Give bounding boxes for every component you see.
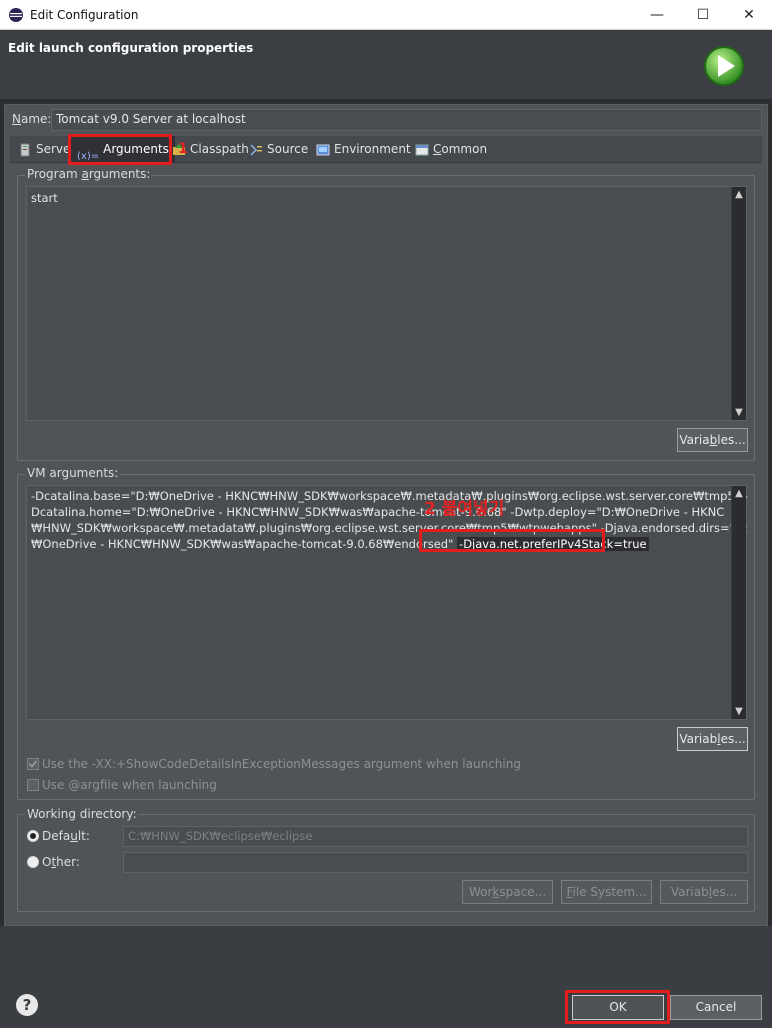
name-label: Name: [12, 112, 52, 126]
program-arguments-scrollbar[interactable]: ▲ ▼ [731, 187, 746, 420]
vm-arguments-scrollbar[interactable]: ▲ ▼ [731, 486, 746, 719]
show-code-details-label: Use the -XX:+ShowCodeDetailsInExceptionM… [42, 757, 521, 771]
scroll-down-icon[interactable]: ▼ [732, 407, 746, 418]
step2-highlight [419, 529, 605, 552]
scroll-up-icon[interactable]: ▲ [732, 488, 746, 499]
tab-server[interactable]: Server [18, 136, 75, 163]
use-argfile-checkbox[interactable] [27, 779, 39, 791]
common-icon [415, 144, 429, 155]
checkmark-icon [28, 760, 38, 768]
working-directory-label: Working directory: [25, 807, 139, 821]
program-variables-button[interactable]: Variables... [677, 428, 748, 452]
vm-args-line-4: ₩OneDrive - HKNC₩HNW_SDK₩was₩apache-tomc… [31, 536, 742, 552]
use-argfile-label: Use @argfile when launching [42, 778, 217, 792]
default-directory-field[interactable]: C:₩HNW_SDK₩eclipse₩eclipse [123, 826, 748, 847]
workspace-button[interactable]: Workspace... [462, 880, 553, 904]
vm-arguments-label: VM arguments: [25, 466, 121, 480]
program-arguments-label: Program arguments: [25, 167, 153, 181]
vm-args-line-2: Dcatalina.home="D:₩OneDrive - HKNC₩HNW_S… [31, 505, 725, 519]
maximize-button[interactable]: ☐ [680, 0, 726, 30]
step1-marker: 1 [178, 141, 188, 157]
window-title: Edit Configuration [30, 8, 139, 22]
vm-args-line-4-prefix: ₩OneDrive - HKNC₩HNW_SDK₩was₩apache-tomc… [31, 537, 454, 551]
show-code-details-checkbox[interactable] [27, 758, 39, 770]
cancel-button[interactable]: Cancel [670, 995, 762, 1020]
help-icon[interactable]: ? [16, 994, 38, 1016]
program-arguments-value: start [31, 191, 58, 205]
tab-source[interactable]: Source [249, 136, 308, 163]
vm-args-line-3: ₩HNW_SDK₩workspace₩.metadata₩.plugins₩or… [31, 521, 748, 535]
vm-arguments-textarea[interactable]: -Dcatalina.base="D:₩OneDrive - HKNC₩HNW_… [26, 485, 748, 720]
environment-icon [316, 144, 330, 155]
step1-highlight [68, 134, 172, 165]
header-title: Edit launch configuration properties [8, 41, 254, 55]
scroll-down-icon[interactable]: ▼ [732, 706, 746, 717]
vm-variables-button[interactable]: Variables... [677, 727, 748, 751]
default-label: Default: [42, 829, 90, 843]
title-bar: Edit Configuration — ☐ ✕ [0, 0, 772, 30]
run-icon [704, 46, 744, 86]
minimize-button[interactable]: — [634, 0, 680, 30]
program-arguments-textarea[interactable]: start [26, 186, 747, 421]
other-directory-field[interactable] [123, 852, 748, 873]
source-icon [250, 143, 262, 156]
tab-environment[interactable]: Environment [316, 136, 411, 163]
file-system-button[interactable]: File System... [561, 880, 652, 904]
name-field[interactable]: Tomcat v9.0 Server at localhost [51, 109, 762, 131]
tab-common[interactable]: Common [415, 136, 487, 163]
server-icon [20, 143, 30, 156]
close-button[interactable]: ✕ [726, 0, 772, 30]
tab-environment-label: Environment [334, 142, 411, 156]
working-dir-variables-button[interactable]: Variables... [660, 880, 748, 904]
default-radio[interactable] [27, 830, 39, 842]
other-radio[interactable] [27, 856, 39, 868]
tab-common-label: Common [433, 142, 488, 156]
vm-args-line-1: -Dcatalina.base="D:₩OneDrive - HKNC₩HNW_… [31, 489, 748, 503]
tab-classpath-label: Classpath [190, 142, 249, 156]
ok-highlight [565, 990, 670, 1024]
scroll-up-icon[interactable]: ▲ [732, 189, 746, 200]
dialog-header: Edit launch configuration properties [0, 30, 772, 100]
tab-source-label: Source [267, 142, 309, 156]
step2-marker: 2 붙여넣기 [424, 499, 505, 519]
eclipse-app-icon [9, 8, 23, 22]
other-label: Other: [42, 855, 80, 869]
